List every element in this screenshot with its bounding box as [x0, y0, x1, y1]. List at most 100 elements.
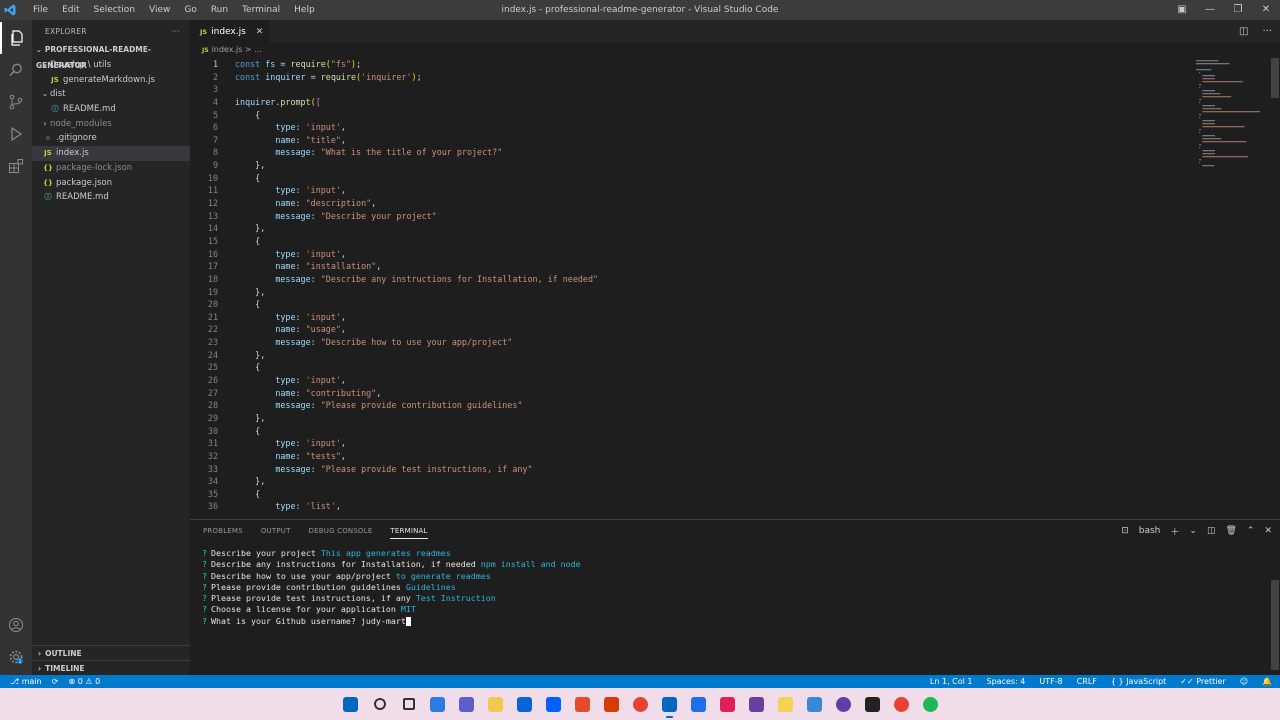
layout-icon[interactable]: ▣	[1168, 0, 1196, 20]
vscode-icon[interactable]	[655, 688, 684, 720]
code-line: 32 name: "tests",	[190, 450, 1190, 463]
tree-item[interactable]: {} package.json	[32, 176, 190, 191]
menu-selection[interactable]: Selection	[87, 0, 142, 20]
close-tab-icon[interactable]: ✕	[256, 27, 264, 37]
slack-icon[interactable]	[713, 688, 742, 720]
trash-icon[interactable]: 🗑	[1225, 526, 1236, 536]
panel-tab-terminal[interactable]: TERMINAL	[390, 524, 428, 539]
slack-icon-glyph	[720, 696, 735, 712]
tab-index-js[interactable]: JS index.js ✕	[190, 20, 270, 43]
prettier-status[interactable]: ✓✓ Prettier	[1180, 675, 1225, 688]
office-icon[interactable]	[597, 688, 626, 720]
run-debug-icon[interactable]	[0, 118, 32, 150]
split-terminal-icon[interactable]: ◫	[1207, 526, 1216, 536]
tree-item[interactable]: JS generateMarkdown.js	[32, 73, 190, 88]
menu-file[interactable]: File	[26, 0, 55, 20]
prompt-answer: npm install and node	[480, 559, 581, 570]
tree-item[interactable]: ⓘ README.md	[32, 102, 190, 117]
breadcrumb[interactable]: JS index.js > ...	[190, 43, 1280, 57]
editor-scrollbar[interactable]	[1270, 58, 1280, 518]
file-explorer-icon[interactable]	[481, 688, 510, 720]
line-ending[interactable]: CRLF	[1077, 675, 1097, 688]
sticky-notes-icon[interactable]	[771, 688, 800, 720]
language-mode[interactable]: { } JavaScript	[1111, 675, 1166, 688]
search-icon[interactable]	[0, 54, 32, 86]
tree-item[interactable]: {} package-lock.json	[32, 161, 190, 176]
encoding[interactable]: UTF-8	[1039, 675, 1062, 688]
sourcetree-icon[interactable]	[684, 688, 713, 720]
git-icon[interactable]	[568, 688, 597, 720]
obs-icon[interactable]	[829, 688, 858, 720]
code-line: 3	[190, 83, 1190, 96]
tree-item[interactable]: ⌄ dist	[32, 87, 190, 102]
panel-tab-problems[interactable]: PROBLEMS	[203, 524, 243, 538]
new-terminal-icon[interactable]: ＋	[1170, 525, 1179, 538]
outline-section[interactable]: › OUTLINE	[32, 645, 190, 660]
menu-view[interactable]: View	[142, 0, 177, 20]
feedback-icon[interactable]: ☺	[1240, 675, 1248, 688]
cursor-position[interactable]: Ln 1, Col 1	[930, 675, 973, 688]
split-editor-icon[interactable]: ◫	[1239, 20, 1248, 43]
tree-item[interactable]: JS index.js	[32, 146, 190, 161]
shell-name[interactable]: bash	[1139, 526, 1161, 536]
tree-item[interactable]: ⌄ Develop \ utils	[32, 58, 190, 73]
minimap[interactable]	[1192, 58, 1270, 518]
terminal-output[interactable]: ? Describe your project This app generate…	[202, 548, 581, 627]
windows-start-icon[interactable]	[336, 688, 365, 720]
tree-item[interactable]: › node_modules	[32, 117, 190, 132]
minimap-line	[1199, 159, 1201, 161]
terminal-scrollbar[interactable]	[1270, 580, 1280, 670]
spotify-icon[interactable]	[916, 688, 945, 720]
line-number: 24	[207, 349, 218, 360]
file-tree: ⌄ Develop \ utils JS generateMarkdown.js ⌄ di…	[32, 58, 190, 205]
minimize-button[interactable]: —	[1196, 0, 1224, 20]
teams-chat-icon[interactable]	[452, 688, 481, 720]
tree-item[interactable]: ◆ .gitignore	[32, 131, 190, 146]
chrome-icon[interactable]	[626, 688, 655, 720]
timeline-section[interactable]: › TIMELINE	[32, 660, 190, 675]
photos-icon[interactable]	[800, 688, 829, 720]
chrome-icon-2[interactable]	[887, 688, 916, 720]
settings-gear-icon[interactable]: 1	[0, 641, 32, 673]
panel-tab-output[interactable]: OUTPUT	[261, 524, 291, 538]
menu-terminal[interactable]: Terminal	[235, 0, 287, 20]
more-actions-icon[interactable]: ···	[1262, 20, 1272, 43]
search-icon[interactable]	[365, 688, 394, 720]
more-actions-icon[interactable]: ···	[172, 20, 180, 42]
explorer-icon[interactable]	[0, 22, 32, 54]
sticky-notes-icon-glyph	[778, 696, 793, 712]
panel-tab-debug-console[interactable]: DEBUG CONSOLE	[309, 524, 373, 538]
menu-go[interactable]: Go	[177, 0, 203, 20]
notifications-icon[interactable]: 🔔	[1262, 675, 1272, 688]
chevron-down-icon[interactable]: ⌄	[1189, 526, 1197, 536]
mail-icon[interactable]	[510, 688, 539, 720]
sync-icon[interactable]: ⟳	[52, 675, 59, 688]
close-window-button[interactable]: ✕	[1252, 0, 1280, 20]
scrollbar-thumb[interactable]	[1271, 580, 1279, 670]
line-number: 26	[207, 375, 218, 386]
project-folder[interactable]: ⌄ PROFESSIONAL-README-GENERATOR	[32, 42, 190, 70]
maximize-panel-icon[interactable]: ⌃	[1247, 526, 1255, 536]
indentation[interactable]: Spaces: 4	[987, 675, 1026, 688]
task-view-icon[interactable]	[394, 688, 423, 720]
status-bar: ⎇ main ⟳ ⊗ 0 ⚠ 0 Ln 1, Col 1 Spaces: 4 U…	[0, 675, 1280, 688]
branch-indicator[interactable]: ⎇ main	[10, 675, 42, 688]
code-line: 28 message: "Please provide contribution…	[190, 399, 1190, 412]
problems-indicator[interactable]: ⊗ 0 ⚠ 0	[68, 675, 100, 688]
tree-item[interactable]: ⓘ README.md	[32, 190, 190, 205]
code-editor[interactable]: 1 const fs = require("fs"); 2 const inquire…	[190, 58, 1190, 518]
scrollbar-thumb[interactable]	[1271, 58, 1279, 98]
account-icon[interactable]	[0, 609, 32, 641]
visual-studio-icon[interactable]	[742, 688, 771, 720]
menu-run[interactable]: Run	[204, 0, 235, 20]
menu-help[interactable]: Help	[287, 0, 322, 20]
menu-edit[interactable]: Edit	[55, 0, 86, 20]
dropbox-icon[interactable]	[539, 688, 568, 720]
terminal-icon[interactable]	[858, 688, 887, 720]
line-number: 7	[212, 134, 218, 145]
source-control-icon[interactable]	[0, 86, 32, 118]
maximize-button[interactable]: ❐	[1224, 0, 1252, 20]
extensions-icon[interactable]	[0, 150, 32, 182]
widgets-icon[interactable]	[423, 688, 452, 720]
close-panel-icon[interactable]: ✕	[1264, 526, 1272, 536]
